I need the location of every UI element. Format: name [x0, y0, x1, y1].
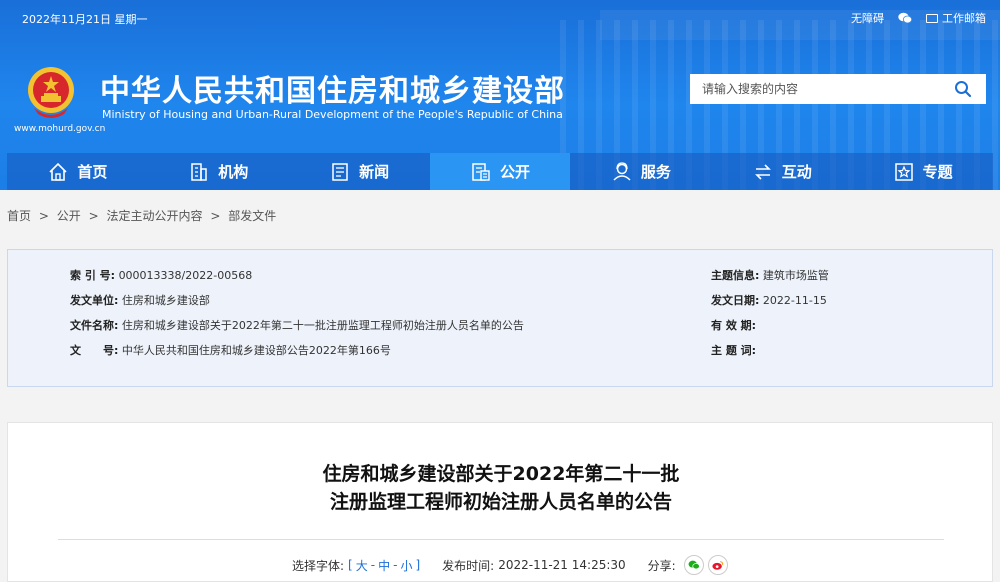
current-date: 2022年11月21日 星期一 — [22, 13, 148, 26]
article: 住房和城乡建设部关于2022年第二十一批 注册监理工程师初始注册人员名单的公告 … — [7, 422, 993, 582]
search-input[interactable] — [690, 74, 940, 104]
nav-interaction[interactable]: 互动 — [711, 153, 852, 190]
validity-row: 有 效 期: — [711, 317, 756, 333]
share-label: 分享: — [647, 558, 676, 573]
breadcrumb-separator: > — [38, 209, 49, 223]
site-title-en: Ministry of Housing and Urban-Rural Deve… — [102, 108, 563, 121]
index-number-row: 索 引 号: 000013338/2022-00568 — [70, 267, 252, 283]
keywords-label: 主 题 词: — [711, 344, 757, 357]
font-separator: - — [370, 558, 376, 572]
nav-news-label: 新闻 — [359, 163, 390, 181]
nav-home-label: 首页 — [77, 163, 108, 181]
weibo-share-icon — [712, 560, 723, 570]
top-links: 无障碍 工作邮箱 — [851, 10, 986, 26]
breadcrumb-open[interactable]: 公开 — [57, 209, 81, 223]
mail-icon — [926, 13, 938, 23]
issue-date-label: 发文日期: — [711, 294, 760, 307]
exchange-icon — [754, 163, 771, 180]
topic-row: 主题信息: 建筑市场监管 — [711, 267, 829, 283]
site-title[interactable]: 中华人民共和国住房和城乡建设部 — [100, 66, 565, 110]
issue-date-row: 发文日期: 2022-11-15 — [711, 292, 827, 308]
document-icon — [472, 162, 490, 181]
nav-service[interactable]: 服务 — [570, 153, 711, 190]
building-icon — [191, 162, 208, 181]
issuer-value: 住房和城乡建设部 — [121, 294, 210, 307]
nav-institutions[interactable]: 机构 — [148, 153, 289, 190]
file-name-row: 文件名称: 住房和城乡建设部关于2022年第二十一批注册监理工程师初始注册人员名… — [70, 317, 524, 333]
publish-time-label: 发布时间: — [442, 558, 495, 573]
doc-number-row: 文 号: 中华人民共和国住房和城乡建设部公告2022年第166号 — [70, 342, 391, 358]
star-icon — [894, 162, 913, 181]
nav-institutions-label: 机构 — [218, 163, 249, 181]
work-mail-label: 工作邮箱 — [942, 12, 986, 25]
nav-open-label: 公开 — [500, 163, 531, 181]
search-box — [690, 74, 986, 104]
share-wechat-button[interactable] — [683, 555, 704, 575]
issuer-row: 发文单位: 住房和城乡建设部 — [70, 292, 210, 308]
breadcrumb-home[interactable]: 首页 — [7, 209, 31, 223]
index-number-value: 000013338/2022-00568 — [118, 269, 253, 282]
issue-date-value: 2022-11-15 — [762, 294, 827, 307]
site-url: www.mohurd.gov.cn — [14, 124, 106, 134]
font-size-label: 选择字体: — [292, 558, 345, 573]
site-header: 2022年11月21日 星期一 无障碍 工作邮箱 www.mohurd.gov.… — [0, 0, 1000, 190]
title-divider — [58, 539, 944, 540]
wechat-share-icon — [688, 560, 700, 570]
publish-time-value: 2022-11-21 14:25:30 — [498, 558, 626, 572]
doc-number-label: 文 号: — [70, 344, 119, 357]
nav-service-label: 服务 — [640, 163, 671, 181]
validity-label: 有 效 期: — [711, 319, 757, 332]
service-icon — [613, 161, 631, 181]
accessibility-link[interactable]: 无障碍 — [851, 10, 884, 26]
file-name-label: 文件名称: — [70, 319, 119, 332]
nav-topics-label: 专题 — [922, 163, 953, 181]
breadcrumb: 首页 > 公开 > 法定主动公开内容 > 部发文件 — [7, 207, 280, 224]
article-title-line-2: 注册监理工程师初始注册人员名单的公告 — [329, 491, 672, 513]
wechat-icon — [898, 12, 912, 24]
file-name-value: 住房和城乡建设部关于2022年第二十一批注册监理工程师初始注册人员名单的公告 — [121, 319, 524, 332]
font-large-button[interactable]: 大 — [356, 557, 368, 574]
home-icon — [49, 162, 67, 181]
topic-label: 主题信息: — [711, 269, 760, 282]
nav-home[interactable]: 首页 — [7, 153, 148, 190]
keywords-row: 主 题 词: — [711, 342, 756, 358]
font-small-button[interactable]: 小 — [400, 557, 412, 574]
article-tools: 选择字体: [ 大 - 中 - 小 ] 发布时间: 2022-11-21 14:… — [292, 555, 728, 575]
nav-interaction-label: 互动 — [781, 163, 812, 181]
national-emblem-icon[interactable] — [26, 64, 76, 120]
nav-news[interactable]: 新闻 — [289, 153, 430, 190]
work-mail-link[interactable]: 工作邮箱 — [926, 10, 986, 26]
bracket-open: [ — [348, 558, 353, 572]
breadcrumb-ministry-docs[interactable]: 部发文件 — [228, 209, 276, 223]
bracket-close: ] — [415, 558, 421, 572]
breadcrumb-statutory[interactable]: 法定主动公开内容 — [106, 209, 202, 223]
doc-number-value: 中华人民共和国住房和城乡建设部公告2022年第166号 — [121, 344, 391, 357]
index-number-label: 索 引 号: — [70, 269, 116, 282]
issuer-label: 发文单位: — [70, 294, 119, 307]
font-separator: - — [393, 558, 398, 572]
breadcrumb-separator: > — [210, 209, 221, 223]
main-nav: 首页 机构 新闻 公开 服务 互动 专题 — [7, 153, 993, 190]
news-icon — [332, 162, 348, 181]
wechat-link[interactable] — [898, 12, 912, 24]
article-title-line-1: 住房和城乡建设部关于2022年第二十一批 — [322, 463, 680, 485]
font-medium-button[interactable]: 中 — [378, 557, 390, 574]
breadcrumb-separator: > — [88, 209, 99, 223]
document-metadata: 索 引 号: 000013338/2022-00568 主题信息: 建筑市场监管… — [7, 249, 993, 387]
nav-open[interactable]: 公开 — [429, 153, 571, 190]
nav-topics[interactable]: 专题 — [852, 153, 993, 190]
search-icon[interactable] — [954, 80, 972, 98]
topic-value: 建筑市场监管 — [762, 269, 829, 282]
share-weibo-button[interactable] — [707, 555, 728, 575]
